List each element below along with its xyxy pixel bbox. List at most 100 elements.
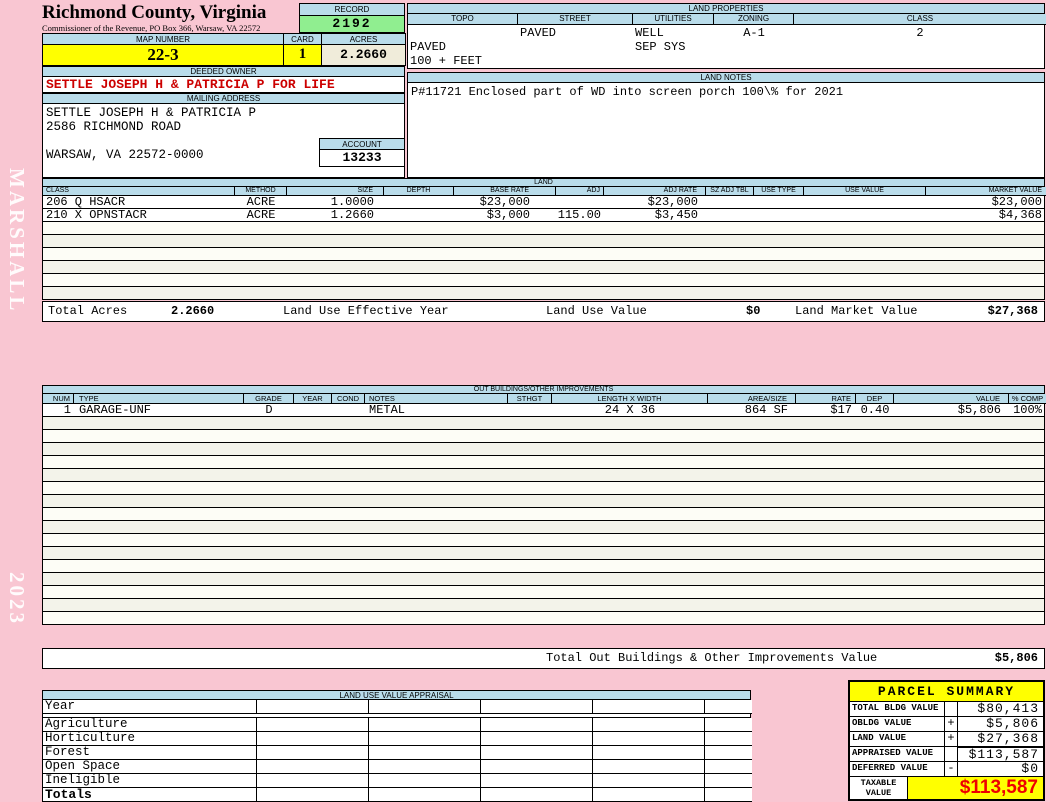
- cell: [804, 196, 926, 208]
- empty-row: [43, 612, 1044, 625]
- summary-row: LAND VALUE + $27,368: [850, 732, 1043, 747]
- land-title: LAND: [42, 178, 1045, 187]
- empty-row: [43, 547, 1044, 560]
- land-notes-title: LAND NOTES: [407, 72, 1045, 83]
- row-label: Year: [43, 700, 257, 714]
- cell: $3,450: [654, 208, 698, 222]
- cell-topo: PAVED: [410, 40, 447, 54]
- taxable-value-label: TAXABLE VALUE: [850, 777, 908, 799]
- cell-utilities: WELL: [635, 26, 664, 40]
- empty-cell: [705, 718, 752, 732]
- empty-row: [43, 417, 1044, 430]
- map-card-acres: MAP NUMBER CARD ACRES 22-3 1 2.2660: [42, 33, 406, 66]
- empty-cell: [369, 746, 481, 760]
- empty-cell: [369, 732, 481, 746]
- taxable-value-row: TAXABLE VALUE $113,587: [850, 777, 1043, 799]
- cell: [804, 209, 926, 221]
- cell-class: 2: [916, 26, 924, 40]
- out-buildings-total-value: $5,806: [994, 651, 1038, 665]
- cell-zoning: [714, 54, 794, 68]
- row-label: Agriculture: [43, 718, 257, 732]
- land-properties-title: LAND PROPERTIES: [407, 3, 1045, 14]
- cell-utilities: SEP SYS: [635, 40, 686, 54]
- empty-cell: [369, 718, 481, 732]
- sidebar-year-label: 2023: [5, 572, 29, 626]
- appraisal-row-forest: Forest: [42, 746, 752, 760]
- out-buildings-section: OUT BUILDINGS/OTHER IMPROVEMENTS NUM TYP…: [42, 385, 1046, 625]
- column-header: COND: [332, 394, 365, 404]
- empty-row: [43, 235, 1044, 248]
- empty-cell: [705, 760, 752, 774]
- acres-label: ACRES: [322, 33, 406, 45]
- appraisal-row-open-space: Open Space: [42, 760, 752, 774]
- sidebar-vendor-label: MARSHALL: [5, 168, 29, 314]
- summary-value: $113,587: [958, 747, 1043, 761]
- out-buildings-total-row: Total Out Buildings & Other Improvements…: [42, 648, 1045, 669]
- parcel-summary: PARCEL SUMMARY TOTAL BLDG VALUE $80,413 …: [848, 680, 1045, 801]
- land-row: 210 X OPNSTACR ACRE 1.2660 $3,000 115.00…: [43, 209, 1044, 222]
- row-label: Horticulture: [43, 732, 257, 746]
- deeded-owner-value: SETTLE JOSEPH H & PATRICIA P FOR LIFE: [42, 77, 405, 93]
- cell: $5,806: [957, 403, 1001, 417]
- total-acres-value: 2.2660: [171, 304, 215, 318]
- cell-zoning: [714, 40, 794, 54]
- empty-row: [43, 469, 1044, 482]
- map-number-value: 22-3: [43, 45, 284, 66]
- empty-cell: [593, 746, 705, 760]
- land-properties-header-row: TOPO STREET UTILITIES ZONING CLASS: [407, 14, 1046, 25]
- cell: 1.2660: [330, 208, 374, 222]
- summary-label: DEFERRED VALUE: [850, 762, 945, 776]
- address-line: 2586 RICHMOND ROAD: [46, 120, 182, 134]
- cell: 1: [63, 403, 71, 417]
- column-header: ADJ: [556, 187, 604, 196]
- account-box: ACCOUNT 13233: [319, 138, 405, 167]
- row-label: Open Space: [43, 760, 257, 774]
- cell: D: [265, 403, 273, 417]
- cell: METAL: [369, 403, 406, 417]
- empty-row: [43, 274, 1044, 287]
- cell-class: [794, 54, 1046, 68]
- empty-row: [43, 456, 1044, 469]
- cell: 115.00: [557, 208, 601, 222]
- empty-cell: [481, 700, 593, 714]
- column-header: SZ ADJ TBL: [706, 187, 754, 196]
- cell-zoning: A-1: [743, 26, 765, 40]
- cell: $23,000: [479, 195, 530, 209]
- card-label: CARD: [284, 33, 322, 45]
- owner-section: DEEDED OWNER SETTLE JOSEPH H & PATRICIA …: [42, 66, 405, 178]
- cell: $23,000: [647, 195, 698, 209]
- empty-row: [43, 586, 1044, 599]
- column-header: USE TYPE: [754, 187, 804, 196]
- summary-row: DEFERRED VALUE - $0: [850, 762, 1043, 777]
- land-use-value-label: Land Use Value: [546, 304, 647, 318]
- out-buildings-total-label: Total Out Buildings & Other Improvements…: [546, 651, 878, 665]
- land-section: LAND CLASS METHOD SIZE DEPTH BASE RATE A…: [42, 178, 1046, 300]
- empty-cell: [257, 774, 369, 788]
- land-body: 206 Q HSACR ACRE 1.0000 $23,000 $23,000 …: [42, 196, 1045, 300]
- column-header: CLASS: [794, 14, 1046, 25]
- mailing-address-body: SETTLE JOSEPH H & PATRICIA P 2586 RICHMO…: [42, 104, 405, 178]
- account-value: 13233: [319, 150, 405, 167]
- effective-year-label: Land Use Effective Year: [283, 304, 449, 318]
- empty-cell: [593, 774, 705, 788]
- cell: [556, 196, 604, 208]
- empty-row: [43, 248, 1044, 261]
- summary-label: LAND VALUE: [850, 732, 945, 746]
- cell: GARAGE-UNF: [79, 403, 152, 417]
- empty-row: [43, 560, 1044, 573]
- cell-street: [518, 40, 633, 54]
- cell: [508, 404, 552, 416]
- cell: $17: [830, 403, 852, 417]
- county-header: Richmond County, Virginia Commissioner o…: [42, 2, 298, 36]
- empty-row: [43, 521, 1044, 534]
- deeded-owner-label: DEEDED OWNER: [42, 66, 405, 77]
- summary-label: APPRAISED VALUE: [850, 747, 945, 761]
- land-market-value-label: Land Market Value: [795, 304, 918, 318]
- cell: [754, 196, 804, 208]
- column-header: TOPO: [408, 14, 518, 25]
- out-buildings-title: OUT BUILDINGS/OTHER IMPROVEMENTS: [42, 385, 1045, 394]
- empty-cell: [593, 732, 705, 746]
- empty-cell: [257, 746, 369, 760]
- cell: 100%: [1013, 403, 1042, 417]
- summary-operator: [945, 747, 958, 761]
